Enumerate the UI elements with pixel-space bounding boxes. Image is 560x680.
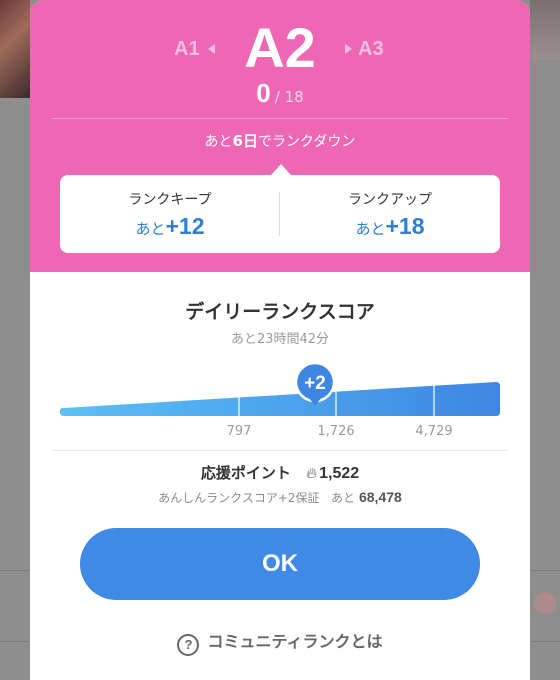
flame-icon: 🔥︎ — [306, 464, 318, 482]
background-list-row — [0, 570, 30, 642]
rank-down-prefix: あと — [204, 134, 233, 150]
daily-time-remaining: あと23時間42分 — [230, 332, 330, 347]
daily-score-title: デイリーランクスコア — [185, 301, 375, 323]
rank-keep-value: あと+12 — [60, 213, 280, 240]
community-rank-modal: A1 A2 A3 0/ 18 あと6日でランクダウン ランクキープ あと+12 … — [30, 0, 530, 680]
rank-down-suffix: でランクダウン — [257, 134, 356, 150]
help-link-label: コミュニティランクとは — [207, 632, 383, 651]
rank-up-label: ランクアップ — [348, 192, 432, 208]
background-photo — [0, 0, 30, 98]
guarantee-amount: 68,478 — [358, 489, 402, 505]
background-heart-icon — [534, 592, 556, 614]
support-points-value: 1,522 — [319, 465, 360, 482]
threshold-label: 797 — [226, 424, 252, 439]
question-icon: ? — [177, 634, 200, 656]
rank-keep-goal: ランクキープ あと+12 — [60, 189, 280, 240]
threshold-label: 1,726 — [317, 424, 355, 439]
threshold-label: 4,729 — [415, 424, 453, 439]
rank-header: A1 A2 A3 0/ 18 あと6日でランクダウン ランクキープ あと+12 … — [30, 0, 530, 272]
rank-keep-prefix: あと — [135, 220, 166, 238]
rank-score: 0/ 18 — [30, 78, 530, 109]
card-pointer — [271, 164, 291, 175]
divider — [52, 450, 508, 451]
support-points: 応援ポイント 🔥︎ 1,522 — [30, 462, 530, 483]
rank-up-goal: ランクアップ あと+18 — [280, 189, 500, 240]
current-rank-label: A2 — [244, 16, 316, 79]
rank-row: A1 A2 A3 — [30, 18, 530, 78]
rank-goals-card: ランクキープ あと+12 ランクアップ あと+18 — [60, 175, 500, 253]
rank-keep-number: +12 — [165, 213, 205, 239]
rank-keep-label: ランクキープ — [128, 192, 212, 208]
next-rank-label: A3 — [358, 38, 384, 60]
guarantee-prefix: あと — [330, 491, 355, 505]
guarantee-info: あんしんランクスコア+2保証 あと 68,478 — [30, 489, 530, 506]
guarantee-label: あんしんランクスコア+2保証 — [158, 491, 320, 505]
ok-button[interactable]: OK — [80, 528, 480, 600]
rank-up-value: あと+18 — [280, 213, 500, 240]
score-total: / 18 — [274, 88, 304, 106]
community-rank-help-link[interactable]: ? コミュニティランクとは — [30, 628, 530, 656]
score-value: 0 — [256, 78, 271, 108]
divider — [52, 118, 508, 119]
current-score-badge: +2 — [304, 373, 326, 394]
rank-down-days: 6日 — [232, 132, 258, 150]
support-points-label: 応援ポイント — [200, 464, 291, 482]
rank-up-prefix: あと — [355, 220, 386, 238]
rank-up-number: +18 — [385, 213, 425, 239]
arrow-right-icon — [345, 44, 352, 54]
rank-down-notice: あと6日でランクダウン — [30, 130, 530, 151]
background-photo — [530, 0, 560, 60]
